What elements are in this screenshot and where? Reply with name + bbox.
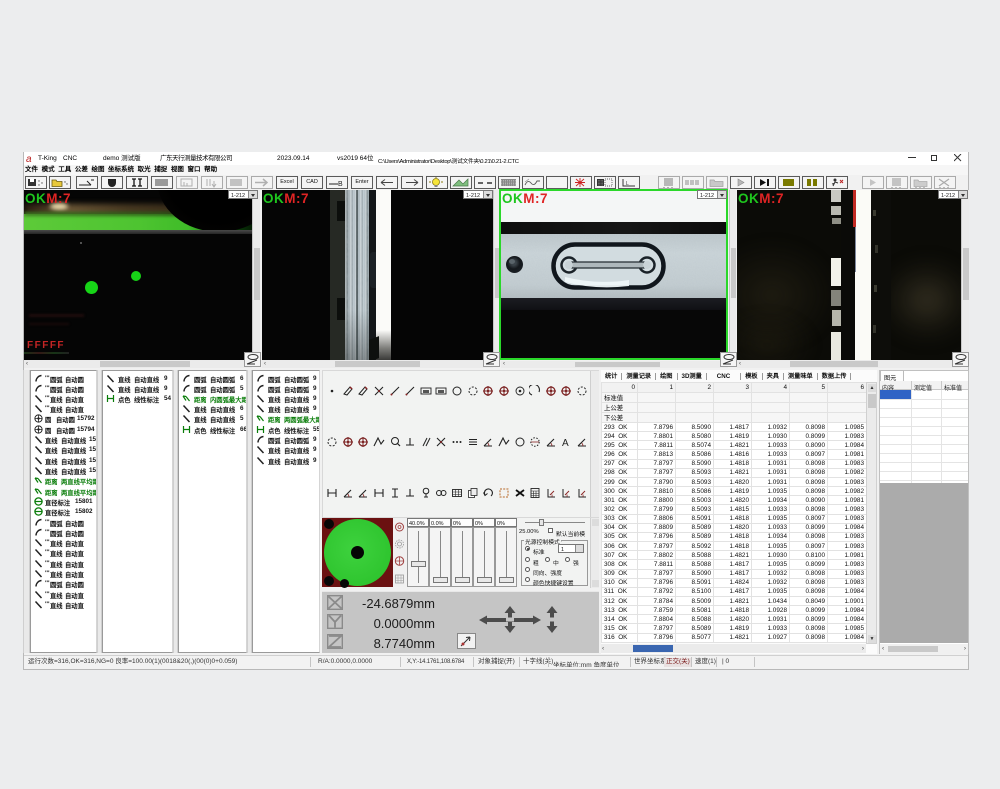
svg-text:B: B [338, 181, 343, 188]
svg-text:L: L [626, 181, 629, 187]
svg-text:a: a [26, 154, 32, 163]
